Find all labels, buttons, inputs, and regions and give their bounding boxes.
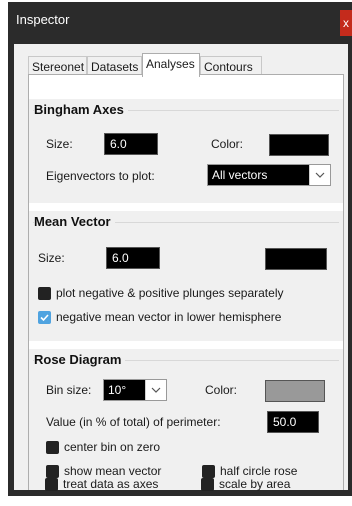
- mean-vector-group: Mean Vector Size: 6.0 plot negative & po…: [29, 211, 343, 341]
- analyses-panel: Bingham Axes Size: 6.0 Color: Eigenvecto…: [28, 74, 344, 490]
- bingham-color-label: Color:: [211, 137, 244, 151]
- window-title: Inspector: [16, 12, 70, 27]
- plot-separately-label: plot negative & positive plunges separat…: [56, 286, 284, 300]
- half-circle-rose-checkbox[interactable]: [202, 465, 215, 478]
- eigenvectors-value: All vectors: [208, 165, 309, 185]
- title-bar[interactable]: Inspector x: [8, 2, 352, 38]
- mean-vector-color-swatch[interactable]: [265, 248, 327, 270]
- rose-color-label: Color:: [205, 383, 238, 397]
- rose-diagram-group: Rose Diagram Bin size: 10° Color: Value …: [29, 349, 343, 490]
- eigenvectors-label: Eigenvectors to plot:: [46, 169, 155, 183]
- perimeter-label: Value (in % of total) of perimeter:: [46, 415, 221, 429]
- treat-as-axes-checkbox[interactable]: [45, 478, 58, 491]
- perimeter-input[interactable]: 50.0: [267, 411, 319, 433]
- bin-size-label: Bin size:: [46, 383, 92, 397]
- tab-analyses[interactable]: Analyses: [142, 53, 200, 77]
- bingham-axes-group: Bingham Axes Size: 6.0 Color: Eigenvecto…: [29, 99, 343, 203]
- half-circle-rose-label: half circle rose: [220, 464, 298, 478]
- rose-diagram-title: Rose Diagram: [34, 352, 126, 367]
- inspector-window: Inspector x Stereonet Datasets Analyses …: [8, 2, 352, 496]
- mean-vector-title: Mean Vector: [34, 214, 115, 229]
- lower-hemisphere-checkbox[interactable]: [38, 311, 51, 324]
- bingham-color-swatch[interactable]: [269, 134, 329, 156]
- scale-by-area-label: scale by area: [219, 477, 291, 491]
- bin-size-value: 10°: [104, 380, 145, 400]
- inspector-body: Stereonet Datasets Analyses Contours Bin…: [14, 44, 348, 490]
- mean-vector-size-input[interactable]: 6.0: [106, 247, 160, 269]
- close-button[interactable]: x: [340, 10, 352, 36]
- rose-color-swatch[interactable]: [265, 380, 325, 402]
- mean-vector-size-label: Size:: [38, 251, 65, 265]
- chevron-down-icon[interactable]: [145, 380, 166, 400]
- eigenvectors-select[interactable]: All vectors: [207, 164, 331, 186]
- tab-datasets[interactable]: Datasets: [87, 56, 142, 76]
- center-bin-label: center bin on zero: [64, 440, 161, 454]
- bin-size-select[interactable]: 10°: [103, 379, 167, 401]
- bingham-axes-title: Bingham Axes: [34, 102, 128, 117]
- tab-contours[interactable]: Contours: [200, 56, 262, 76]
- center-bin-checkbox[interactable]: [46, 441, 59, 454]
- bingham-size-input[interactable]: 6.0: [104, 133, 158, 155]
- show-mean-vector-label: show mean vector: [64, 464, 162, 478]
- lower-hemisphere-label: negative mean vector in lower hemisphere: [56, 310, 282, 324]
- show-mean-vector-checkbox[interactable]: [46, 465, 59, 478]
- tab-stereonet[interactable]: Stereonet: [28, 56, 87, 76]
- plot-separately-checkbox[interactable]: [38, 287, 51, 300]
- bingham-size-label: Size:: [46, 137, 73, 151]
- scale-by-area-checkbox[interactable]: [201, 478, 214, 491]
- chevron-down-icon[interactable]: [309, 165, 330, 185]
- treat-as-axes-label: treat data as axes: [63, 477, 159, 491]
